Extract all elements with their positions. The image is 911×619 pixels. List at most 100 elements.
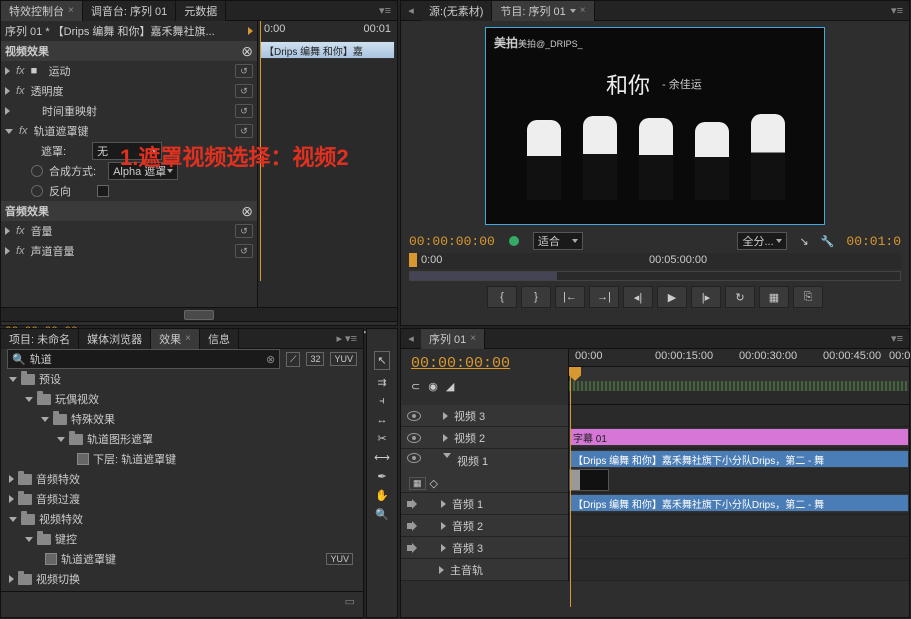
reset-icon[interactable]: ↺ [235,84,253,98]
speaker-icon[interactable] [407,521,419,531]
track-a1[interactable]: 【Drips 编舞 和你】嘉禾舞社旗下小分队Drips，第二 - 舞 [569,493,909,515]
clip-subtitle[interactable]: 字幕 01 [569,428,909,446]
badge-yuv[interactable]: YUV [330,352,357,366]
safe-margins-button[interactable]: ▦ [759,286,789,308]
program-timecode[interactable]: 00:00:00:00 [409,234,495,249]
track-a2-header[interactable]: 音频 2 [401,515,568,537]
speaker-icon[interactable] [407,499,419,509]
panel-menu-icon[interactable]: ▾≡ [885,332,909,345]
mini-ruler[interactable]: 0:00 00:05:00:00 [409,253,901,269]
wrench-icon[interactable]: 🔧 [821,235,835,248]
tab-program[interactable]: 节目: 序列 01× [492,1,594,21]
effect-timeremap[interactable]: 时间重映射↺ [1,101,257,121]
tree-trackmattekey[interactable]: 轨道遮罩键YUV [1,549,363,569]
mark-out-button[interactable]: } [521,286,551,308]
effect-motion[interactable]: fx■运动↺ [1,61,257,81]
timeline-timecode[interactable]: 00:00:00:00 [411,355,558,372]
track-master-header[interactable]: 主音轨 [401,559,568,581]
track-master[interactable] [569,559,909,581]
effects-search[interactable]: 🔍 ⊗ [7,349,280,369]
reset-icon[interactable]: ↺ [235,244,253,258]
tree-presets[interactable]: 预设 [1,369,363,389]
razor-tool[interactable]: ✂ [377,432,386,445]
track-v1-header[interactable]: 视频 1 ▦◇ [401,449,568,493]
tab-effects[interactable]: 效果× [151,329,200,349]
go-out-button[interactable]: →| [589,286,619,308]
stopwatch-icon[interactable] [31,165,43,177]
close-icon[interactable]: × [580,5,586,16]
scrollbar-h[interactable] [1,307,397,321]
stopwatch-icon[interactable] [31,185,43,197]
reset-icon[interactable]: ↺ [235,124,253,138]
loop-button[interactable]: ↻ [725,286,755,308]
step-fwd-button[interactable]: |▸ [691,286,721,308]
timeline-playhead[interactable] [570,367,571,607]
effect-opacity[interactable]: fx透明度↺ [1,81,257,101]
track-v3-header[interactable]: 视频 3 [401,405,568,427]
pen-tool[interactable]: ✒ [377,470,386,483]
mark-in-button[interactable]: { [487,286,517,308]
eye-icon[interactable] [407,411,421,421]
tab-project[interactable]: 项目: 未命名 [1,329,79,349]
prev-tab-icon[interactable]: ◂ [401,4,421,17]
effect-channel-volume[interactable]: fx声道音量↺ [1,241,257,261]
tab-media-browser[interactable]: 媒体浏览器 [79,329,151,349]
keyframe-icon[interactable]: ◇ [430,477,438,490]
speaker-icon[interactable] [407,543,419,553]
reset-icon[interactable]: ↺ [235,64,253,78]
snap-icon[interactable]: ⊂ [411,380,420,393]
reset-icon[interactable]: ↺ [235,224,253,238]
tree-doll[interactable]: 玩偶视效 [1,389,363,409]
track-a1-header[interactable]: 音频 1 [401,493,568,515]
work-area-bar[interactable] [409,271,901,281]
clip-main-audio[interactable]: 【Drips 编舞 和你】嘉禾舞社旗下小分队Drips，第二 - 舞 [569,494,909,512]
track-v1[interactable]: 【Drips 编舞 和你】嘉禾舞社旗下小分队Drips，第二 - 舞 [569,449,909,493]
tree-keying[interactable]: 键控 [1,529,363,549]
panel-menu-icon[interactable]: ▸ ▾≡ [330,332,363,345]
section-video-effects[interactable]: 视频效果 ⊗ [1,41,257,61]
clip-header[interactable]: 【Drips 编舞 和你】嘉 [260,41,395,59]
reverse-checkbox[interactable] [97,185,109,197]
track-a3-header[interactable]: 音频 3 [401,537,568,559]
track-select-tool[interactable]: ⇉ [377,376,386,389]
close-icon[interactable]: × [470,333,476,344]
section-audio-effects[interactable]: 音频效果 ⊗ [1,201,257,221]
new-bin-icon[interactable]: ▭ [345,595,355,608]
tab-source[interactable]: 源:(无素材) [421,1,492,21]
clear-icon[interactable]: ⊗ [266,353,275,366]
resolution-select[interactable]: 全分... [737,232,787,250]
playhead-marker[interactable] [409,253,417,267]
effect-volume[interactable]: fx音量↺ [1,221,257,241]
tree-audio-trans[interactable]: 音频过渡 [1,489,363,509]
video-preview[interactable]: 美拍美拍@_DRIPS_ 和你 - 余佳运 [485,27,825,225]
search-input[interactable] [30,353,262,365]
settings-icon[interactable]: ◢ [446,380,454,393]
tree-special[interactable]: 特殊效果 [1,409,363,429]
play-button[interactable]: ▶ [657,286,687,308]
close-icon[interactable]: × [185,333,191,344]
export-frame-button[interactable]: ⎘ [793,286,823,308]
tree-video-trans[interactable]: 视频切换 [1,569,363,589]
tree-video-fx[interactable]: 视频特效 [1,509,363,529]
tab-metadata[interactable]: 元数据 [176,1,226,21]
marker-bar[interactable] [569,367,909,381]
effect-trackmatte[interactable]: fx轨道遮罩键↺ [1,121,257,141]
rate-tool[interactable]: ↔ [377,414,388,426]
prev-tab-icon[interactable]: ◂ [401,332,421,345]
tree-sublayer[interactable]: 下层: 轨道遮罩键 [1,449,363,469]
eye-icon[interactable] [407,433,421,443]
accel-badge[interactable]: ⟋ [286,352,300,367]
tab-info[interactable]: 信息 [200,329,239,349]
work-area[interactable] [569,381,909,391]
track-mode-icon[interactable]: ▦ [409,477,426,490]
tree-audio-fx[interactable]: 音频特效 [1,469,363,489]
tree-trackmatte-preset[interactable]: 轨道图形遮罩 [1,429,363,449]
output-icon[interactable]: ↘ [799,235,808,248]
close-icon[interactable]: × [68,5,74,16]
tab-sequence[interactable]: 序列 01× [421,329,485,349]
tab-effect-controls[interactable]: 特效控制台× [1,1,83,21]
selection-tool[interactable]: ↖ [374,351,389,370]
go-in-button[interactable]: |← [555,286,585,308]
track-v2[interactable]: 字幕 01 [569,427,909,449]
clip-main-video[interactable]: 【Drips 编舞 和你】嘉禾舞社旗下小分队Drips，第二 - 舞 [569,450,909,468]
